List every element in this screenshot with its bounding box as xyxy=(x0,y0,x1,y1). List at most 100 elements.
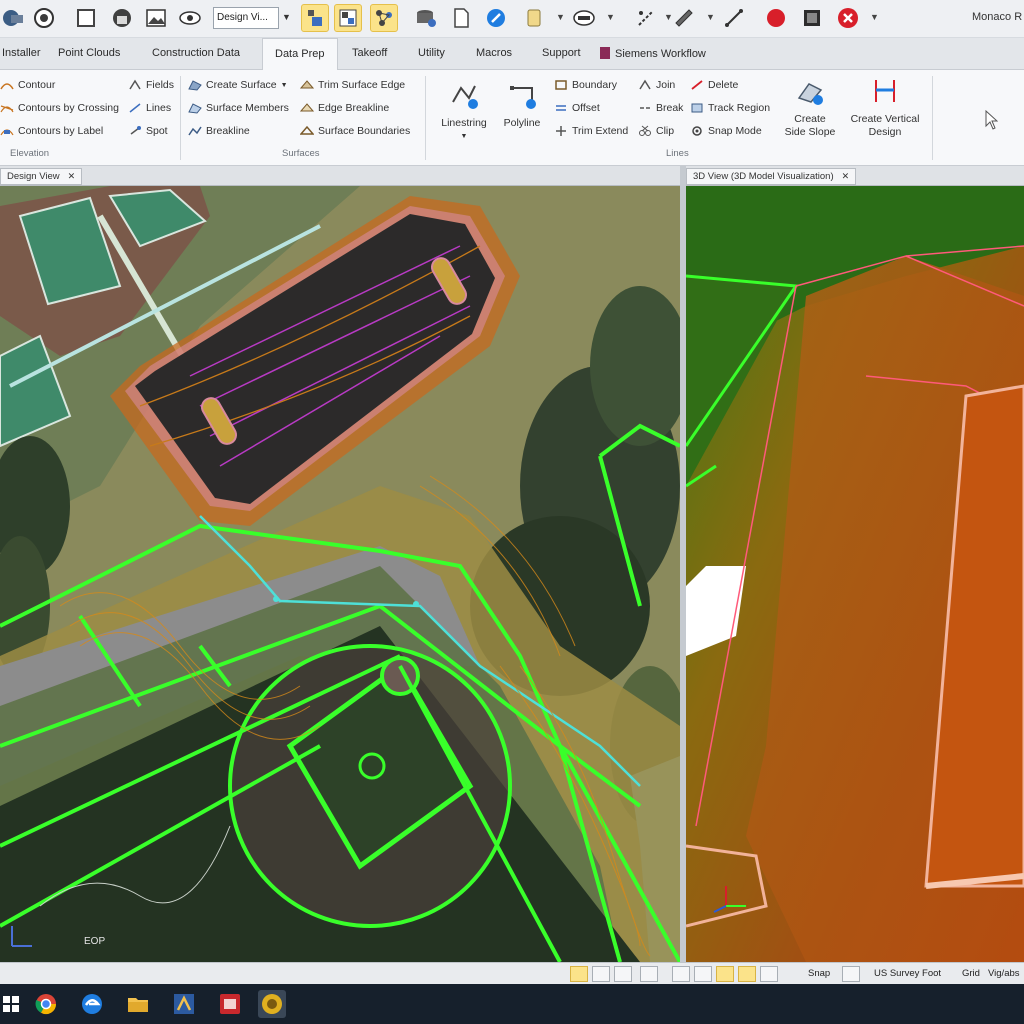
create-vertical-design-button[interactable]: Create Vertical Design xyxy=(846,76,924,139)
grid-toggle-icon[interactable] xyxy=(672,966,690,982)
snap-mode-status-icon[interactable] xyxy=(842,966,860,982)
close-icon[interactable]: ✕ xyxy=(842,171,850,181)
chevron-down-icon[interactable]: ▼ xyxy=(282,12,291,22)
join-button[interactable]: Join xyxy=(638,79,675,91)
offset-button[interactable]: Offset xyxy=(554,102,600,114)
app-red-icon[interactable] xyxy=(216,990,244,1018)
axis-icon[interactable] xyxy=(720,4,748,32)
linestring-button[interactable]: Linestring ▼ xyxy=(432,80,496,143)
tab-3d-view[interactable]: 3D View (3D Model Visualization) ✕ xyxy=(686,168,857,185)
fields-button[interactable]: Fields xyxy=(128,79,174,91)
vertical-design-icon xyxy=(875,80,895,102)
contours-by-crossing-button[interactable]: Contours by Crossing xyxy=(0,102,119,114)
surface-boundaries-button[interactable]: Surface Boundaries xyxy=(300,125,410,137)
chevron-down-icon: ▼ xyxy=(460,133,468,140)
trim-surface-edge-button[interactable]: Trim Surface Edge xyxy=(300,79,405,91)
ortho-toggle-icon[interactable] xyxy=(614,966,632,982)
clip-button[interactable]: Clip xyxy=(638,125,674,137)
app-gold-icon[interactable] xyxy=(258,990,286,1018)
group-divider xyxy=(425,76,426,160)
eye-icon[interactable] xyxy=(176,4,204,32)
spot-button[interactable]: Spot xyxy=(128,125,168,137)
terrain-icon[interactable] xyxy=(0,4,28,32)
tab-design-view[interactable]: Design View ✕ xyxy=(0,168,83,185)
chevron-down-icon[interactable]: ▼ xyxy=(606,12,615,22)
ad-icon[interactable] xyxy=(170,990,198,1018)
tab-data-prep[interactable]: Data Prep xyxy=(262,38,338,71)
3d-view-canvas[interactable] xyxy=(686,186,1024,962)
dimension-toggle-icon[interactable] xyxy=(694,966,712,982)
breakline-button[interactable]: Breakline xyxy=(188,125,250,137)
chrome-icon[interactable] xyxy=(32,990,60,1018)
layers-icon[interactable] xyxy=(301,4,329,32)
ruler-icon[interactable] xyxy=(632,4,660,32)
frame-icon[interactable] xyxy=(72,4,100,32)
image-icon[interactable] xyxy=(142,4,170,32)
create-side-slope-button[interactable]: Create Side Slope xyxy=(778,76,842,139)
snap-toggle-icon[interactable] xyxy=(570,966,588,982)
boundary-button[interactable]: Boundary xyxy=(554,79,617,91)
chevron-down-icon[interactable]: ▼ xyxy=(556,12,565,22)
design-view-canvas[interactable]: EOP xyxy=(0,186,680,962)
measure-toggle-icon[interactable] xyxy=(738,966,756,982)
lines-button[interactable]: Lines xyxy=(128,102,171,114)
network-icon[interactable] xyxy=(370,4,398,32)
track-region-button[interactable]: Track Region xyxy=(690,102,770,114)
home-icon[interactable] xyxy=(108,4,136,32)
snap-mode-button[interactable]: Snap Mode xyxy=(690,125,762,137)
windows-start-icon[interactable] xyxy=(0,990,22,1018)
track-toggle-icon[interactable] xyxy=(716,966,734,982)
contours-by-crossing-label: Contours by Crossing xyxy=(18,102,119,114)
snap-label[interactable]: Snap xyxy=(808,968,830,979)
globe-icon[interactable] xyxy=(30,4,58,32)
grid-label[interactable]: Grid xyxy=(962,968,980,979)
contours-by-label-button[interactable]: Contours by Label xyxy=(0,125,103,137)
edge-icon[interactable] xyxy=(78,990,106,1018)
design-select[interactable]: Design Vi... xyxy=(213,7,279,29)
tab-macros[interactable]: Macros xyxy=(476,47,512,59)
design-view-tab-label: Design View xyxy=(7,171,60,182)
linestring-icon xyxy=(452,85,478,109)
ribbon-panel: Contour Contours by Crossing Contours by… xyxy=(0,70,1024,166)
contours-crossing-icon xyxy=(0,105,14,113)
database-icon[interactable] xyxy=(412,4,440,32)
edge-breakline-button[interactable]: Edge Breakline xyxy=(300,102,389,114)
contour-button[interactable]: Contour xyxy=(0,79,55,91)
chevron-down-icon[interactable]: ▼ xyxy=(870,12,879,22)
boundary-label: Boundary xyxy=(572,79,617,91)
close-icon[interactable]: ✕ xyxy=(68,171,76,181)
file-explorer-icon[interactable] xyxy=(124,990,152,1018)
note-icon[interactable] xyxy=(520,4,548,32)
compass-icon[interactable] xyxy=(482,4,510,32)
break-button[interactable]: Break xyxy=(638,102,683,114)
trim-surface-edge-icon xyxy=(300,80,314,89)
trim-extend-button[interactable]: Trim Extend xyxy=(554,125,628,137)
tab-construction-data[interactable]: Construction Data xyxy=(152,47,240,59)
polyline-button[interactable]: Polyline xyxy=(494,80,550,130)
delete-label: Delete xyxy=(708,79,739,91)
print-icon[interactable] xyxy=(570,4,598,32)
create-surface-button[interactable]: Create Surface ▼ xyxy=(188,79,288,91)
tab-utility[interactable]: Utility xyxy=(418,47,445,59)
document-icon[interactable] xyxy=(447,4,475,32)
measure-icon[interactable] xyxy=(670,4,698,32)
tab-siemens-workflow[interactable]: Siemens Workflow xyxy=(600,47,706,60)
coordinate-system-label[interactable]: US Survey Foot xyxy=(874,968,941,979)
export-icon[interactable] xyxy=(798,4,826,32)
delete-button[interactable]: Delete xyxy=(690,79,738,91)
settings-toggle-icon[interactable] xyxy=(760,966,778,982)
close-circle-icon[interactable] xyxy=(834,4,862,32)
vertical-design-label-2: Design xyxy=(868,126,902,138)
tab-installer[interactable]: Installer xyxy=(2,47,41,59)
chevron-down-icon[interactable]: ▼ xyxy=(706,12,715,22)
grid-icon[interactable] xyxy=(334,4,362,32)
record-icon[interactable] xyxy=(762,4,790,32)
surface-members-button[interactable]: Surface Members xyxy=(188,102,289,114)
tab-support[interactable]: Support xyxy=(542,47,581,59)
globe-toggle-icon[interactable] xyxy=(592,966,610,982)
user-label[interactable]: Monaco R xyxy=(972,11,1022,23)
tab-point-clouds[interactable]: Point Clouds xyxy=(58,47,120,59)
layer-toggle-icon[interactable] xyxy=(640,966,658,982)
tab-takeoff[interactable]: Takeoff xyxy=(352,47,387,59)
app-window: Design Vi... ▼ ▼ ▼ ▼ ▼ ▼ Monaco R Instal… xyxy=(0,0,1024,1024)
